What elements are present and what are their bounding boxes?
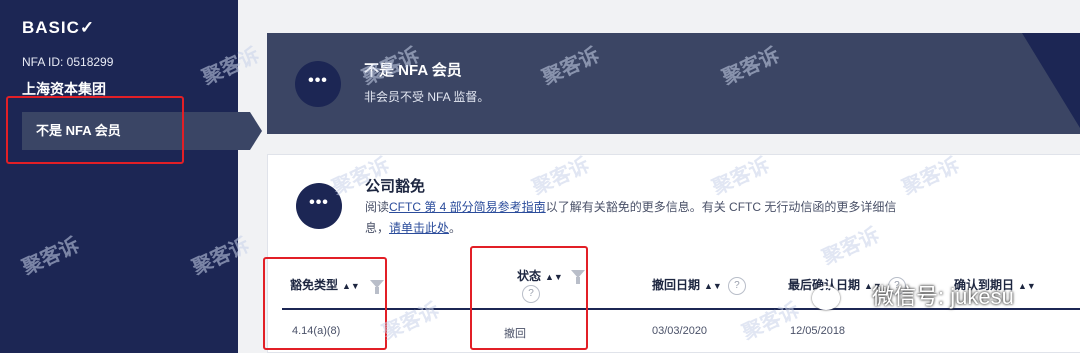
column-header-exemption-type[interactable]: 豁免类型 ▲▼ bbox=[290, 276, 360, 293]
more-icon: ••• bbox=[296, 183, 342, 229]
banner-subtitle: 非会员不受 NFA 监督。 bbox=[364, 90, 490, 104]
column-header-withdrawn-date[interactable]: 撤回日期 ▲▼? bbox=[652, 276, 746, 295]
exemptions-card: ••• 公司豁免 阅读CFTC 第 4 部分简易参考指南以了解有关豁免的更多信息… bbox=[267, 154, 1080, 353]
desc-text: 阅读 bbox=[365, 200, 390, 214]
column-header-status[interactable]: 状态 ▲▼ bbox=[517, 267, 563, 284]
help-icon[interactable]: ? bbox=[727, 276, 746, 295]
check-icon: ✓ bbox=[79, 18, 96, 37]
sort-icon[interactable]: ▲▼ bbox=[1018, 281, 1036, 291]
sort-icon[interactable]: ▲▼ bbox=[342, 281, 360, 291]
membership-banner: ••• 不是 NFA 会员 非会员不受 NFA 监督。 bbox=[267, 33, 1080, 134]
brand-logo[interactable]: BASIC✓ bbox=[22, 18, 95, 38]
cell-status: 撤回 bbox=[504, 328, 526, 340]
filter-icon[interactable] bbox=[370, 280, 384, 294]
filter-icon[interactable] bbox=[571, 270, 585, 284]
section-description: 阅读CFTC 第 4 部分简易参考指南以了解有关豁免的更多信息。有关 CFTC … bbox=[365, 197, 905, 239]
click-here-link[interactable]: 请单击此处 bbox=[389, 221, 449, 235]
sidebar-item-membership-status[interactable]: 不是 NFA 会员 bbox=[22, 112, 262, 150]
wechat-icon bbox=[812, 286, 840, 310]
sort-icon[interactable]: ▲▼ bbox=[704, 281, 722, 291]
sort-icon[interactable]: ▲▼ bbox=[545, 272, 563, 282]
desc-text: 。 bbox=[449, 221, 462, 235]
cell-last-confirmed: 12/05/2018 bbox=[790, 325, 846, 337]
sidebar: BASIC✓ NFA ID: 0518299 上海资本集团 不是 NFA 会员 bbox=[0, 0, 262, 353]
wechat-handle: 微信号: jukesu bbox=[872, 284, 1014, 309]
section-title: 公司豁免 bbox=[365, 178, 426, 195]
nfa-id: NFA ID: 0518299 bbox=[22, 55, 114, 69]
cell-exemption-type: 4.14(a)(8) bbox=[292, 325, 341, 337]
cell-withdrawn-date: 03/03/2020 bbox=[652, 325, 708, 337]
banner-title: 不是 NFA 会员 bbox=[364, 62, 462, 79]
cftc-guide-link[interactable]: CFTC 第 4 部分简易参考指南 bbox=[389, 200, 546, 214]
help-icon-status[interactable]: ? bbox=[516, 285, 540, 303]
more-icon: ••• bbox=[295, 61, 341, 107]
firm-name: 上海资本集团 bbox=[22, 81, 106, 97]
